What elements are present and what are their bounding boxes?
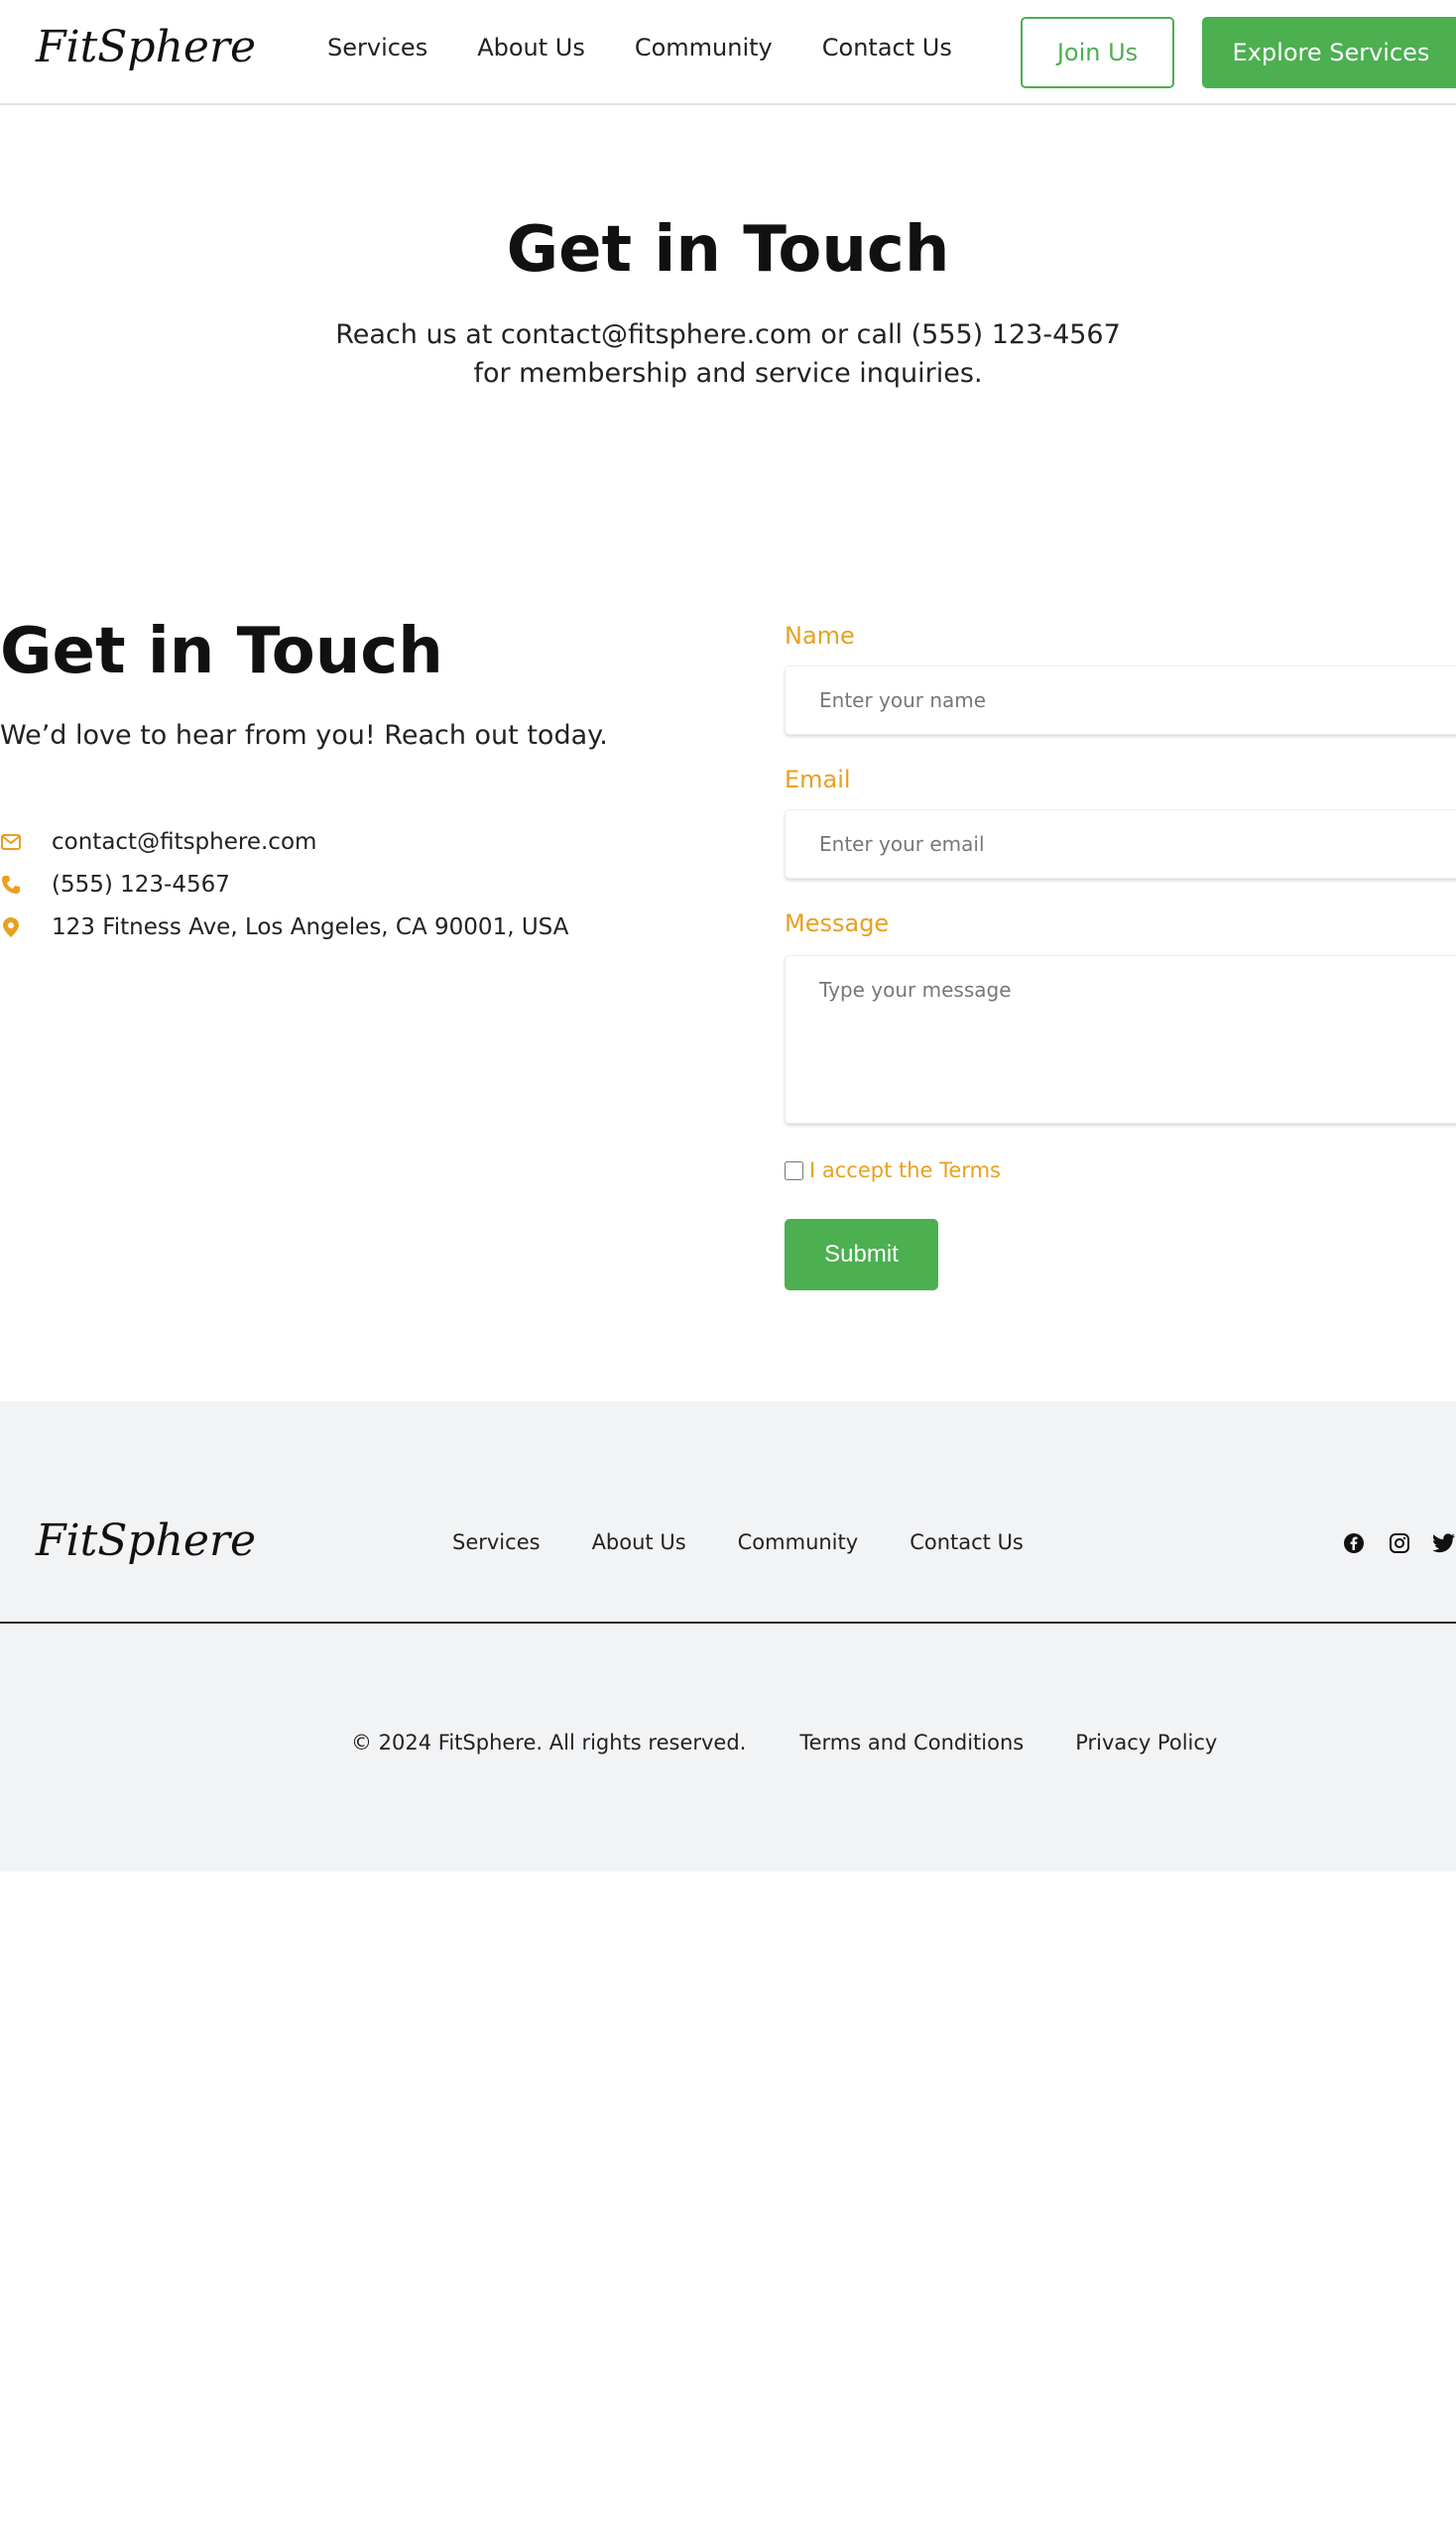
footer-bottom: © 2024 FitSphere. All rights reserved. T… [351,1731,1269,1754]
message-textarea[interactable] [785,955,1456,1124]
footer-divider [0,1622,1456,1624]
envelope-icon [0,831,22,853]
nav-link-about-us[interactable]: About Us [477,34,585,61]
twitter-icon[interactable] [1431,1530,1456,1556]
footer-link-about-us[interactable]: About Us [592,1530,686,1554]
email-label: Email [785,766,851,793]
terms-label[interactable]: I accept the Terms [809,1158,1001,1182]
terms-row: I accept the Terms [785,1158,1001,1182]
contact-subtitle: We’d love to hear from you! Reach out to… [0,720,608,751]
contact-address-item: 123 Fitness Ave, Los Angeles, CA 90001, … [0,914,568,940]
nav-link-community[interactable]: Community [635,34,773,61]
hero-title: Get in Touch [506,213,950,287]
header-logo[interactable]: FitSphere [36,22,256,72]
instagram-icon[interactable] [1387,1530,1412,1556]
name-label: Name [785,622,855,650]
footer-link-services[interactable]: Services [452,1530,541,1554]
email-input[interactable] [785,809,1456,879]
phone-icon [0,874,22,896]
terms-and-conditions-link[interactable]: Terms and Conditions [799,1731,1024,1754]
contact-title: Get in Touch [0,615,443,688]
header-nav: Services About Us Community Contact Us [327,34,1002,61]
contact-email-item: contact@fitsphere.com [0,829,316,855]
explore-services-button[interactable]: Explore Services [1202,17,1456,88]
nav-link-contact-us[interactable]: Contact Us [822,34,952,61]
name-input[interactable] [785,665,1456,735]
message-label: Message [785,909,890,937]
privacy-policy-link[interactable]: Privacy Policy [1075,1731,1217,1754]
contact-phone-text: (555) 123-4567 [52,872,230,898]
map-pin-icon [0,916,22,938]
facebook-icon[interactable] [1341,1530,1367,1556]
contact-email-text: contact@fitsphere.com [52,829,317,855]
site-header: FitSphere Services About Us Community Co… [0,0,1456,105]
footer-nav: Services About Us Community Contact Us [452,1530,1075,1554]
submit-button[interactable]: Submit [785,1219,938,1290]
contact-address-text: 123 Fitness Ave, Los Angeles, CA 90001, … [52,914,569,940]
footer-link-community[interactable]: Community [738,1530,859,1554]
hero-text: Reach us at contact@fitsphere.com or cal… [335,319,1121,389]
join-us-button[interactable]: Join Us [1021,17,1174,88]
footer-link-contact-us[interactable]: Contact Us [910,1530,1024,1554]
footer-logo[interactable]: FitSphere [36,1515,256,1566]
nav-link-services[interactable]: Services [327,34,427,61]
copyright-text: © 2024 FitSphere. All rights reserved. [351,1731,747,1754]
terms-checkbox[interactable] [785,1160,803,1180]
site-footer: FitSphere Services About Us Community Co… [0,1401,1456,1872]
contact-phone-item: (555) 123-4567 [0,872,230,898]
